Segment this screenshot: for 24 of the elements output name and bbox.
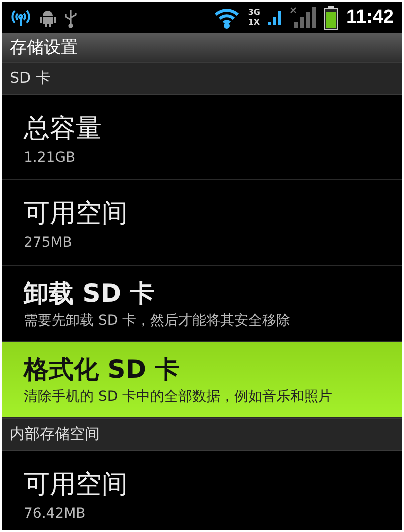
item-title: 可用空间 <box>24 469 129 502</box>
battery-icon <box>324 6 338 30</box>
usb-icon <box>64 8 78 28</box>
item-summary: 1.21GB <box>24 148 77 168</box>
network-type-label: 1X <box>248 18 260 28</box>
item-title: 卸载 SD 卡 <box>24 278 156 310</box>
wifi-icon <box>214 6 240 28</box>
screen-title: 存储设置 <box>10 37 78 59</box>
section-title: SD 卡 <box>10 69 51 88</box>
item-title: 格式化 SD 卡 <box>24 354 182 386</box>
network-type-label: 3G <box>248 8 260 18</box>
item-summary: 275MB <box>24 234 74 253</box>
no-signal-icon <box>290 6 316 28</box>
item-summary: 76.42MB <box>24 504 87 524</box>
item-title: 可用空间 <box>24 198 129 231</box>
settings-item[interactable]: 格式化 SD 卡 清除手机的 SD 卡中的全部数据，例如音乐和照片 <box>2 342 402 418</box>
signal-icon <box>268 8 282 26</box>
item-title: 总容量 <box>24 113 103 146</box>
item-summary: 清除手机的 SD 卡中的全部数据，例如音乐和照片 <box>24 388 334 408</box>
wireless-debug-icon <box>10 8 32 28</box>
clock: 11:42 <box>346 6 394 28</box>
android-icon <box>40 8 56 26</box>
item-summary: 需要先卸载 SD 卡，然后才能将其安全移除 <box>24 312 292 331</box>
section-title: 内部存储空间 <box>10 425 100 444</box>
